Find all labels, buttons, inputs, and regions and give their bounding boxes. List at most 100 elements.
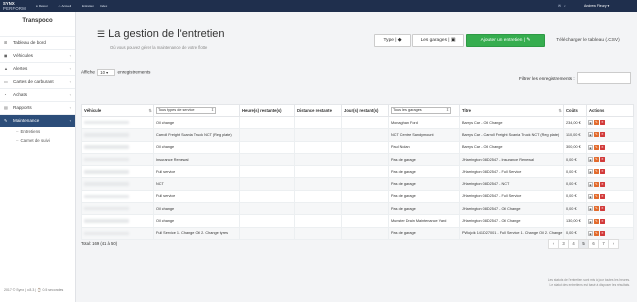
view-icon[interactable]: ◉	[588, 132, 593, 138]
sidebar-subitem-carnet-de-suivi[interactable]: – Carnet de suivi	[0, 136, 75, 145]
delete-icon[interactable]: ✕	[600, 193, 605, 199]
cell-garage: Monaghan Ford	[388, 115, 460, 130]
cell-actions: ◉ ✎ ✕	[586, 152, 634, 167]
view-icon[interactable]: ◉	[588, 193, 593, 199]
edit-icon[interactable]: ✎	[594, 206, 599, 212]
table-row[interactable]: Carroll Freight Scania Truck NCT (Reg pl…	[81, 128, 634, 142]
table-row[interactable]: Oil change Pas de garage JHarrington 08D25…	[81, 202, 634, 216]
view-icon[interactable]: ◉	[588, 144, 593, 150]
service-type-select[interactable]: Tous types de service ⇕	[156, 107, 216, 114]
col-garage-filter[interactable]: Tous les garages ⇕	[388, 104, 460, 117]
sidebar-item-maintenance[interactable]: ✎ Maintenance ‹	[0, 114, 75, 127]
cell-titre: Barrys Car - Carroll Freight Scania Truc…	[459, 128, 564, 142]
table-row[interactable]: NCT Pas de garage JHarrington 08D2547 - NC…	[81, 177, 634, 191]
delete-icon[interactable]: ✕	[600, 230, 605, 236]
edit-icon[interactable]: ✎	[594, 230, 599, 236]
cell-heures	[239, 115, 295, 130]
sidebar-item-alertes[interactable]: ▲ Alertes ‹	[0, 62, 75, 75]
sort-icon: ⇅	[148, 108, 152, 113]
delete-icon[interactable]: ✕	[600, 218, 605, 224]
cell-jours	[341, 189, 389, 204]
table-row[interactable]: Full Service 1. Change Oil 2. Change tyr…	[81, 226, 634, 240]
cell-vehicule	[81, 165, 154, 179]
delete-icon[interactable]: ✕	[600, 120, 605, 126]
sidebar-item-v-hicules[interactable]: ◼ Véhicules ‹	[0, 49, 75, 62]
breadcrumb-back[interactable]: ●Retour	[36, 4, 53, 8]
edit-icon[interactable]: ✎	[594, 120, 599, 126]
cell-titre: JHarrington 08D2547 - Insurance Renewal	[459, 152, 564, 167]
user-menu[interactable]: Andrew Fleury ▾	[584, 4, 609, 8]
cell-cout: 0,00 €	[563, 226, 587, 240]
entries-select[interactable]: 10 ▾	[97, 69, 116, 76]
view-icon[interactable]: ◉	[588, 181, 593, 187]
view-icon[interactable]: ◉	[588, 120, 593, 126]
delete-icon[interactable]: ✕	[600, 169, 605, 175]
cell-distance	[294, 128, 342, 142]
sidebar-item-cartes-de-carburant[interactable]: ▭ Cartes de carburant ‹	[0, 75, 75, 88]
cell-heures	[239, 202, 295, 216]
col-service-filter[interactable]: Tous types de service ⇕	[153, 104, 240, 117]
table-row[interactable]: Oil change Munster Drain Maintenance Yard…	[81, 214, 634, 228]
cell-cout: 300,00 €	[563, 140, 587, 154]
cell-actions: ◉ ✎ ✕	[586, 140, 634, 154]
edit-icon[interactable]: ✎	[594, 169, 599, 175]
delete-icon[interactable]: ✕	[600, 181, 605, 187]
view-icon[interactable]: ◉	[588, 157, 593, 163]
company-name: Transpoco	[22, 18, 53, 24]
filter-input[interactable]	[577, 72, 631, 84]
delete-icon[interactable]: ✕	[600, 144, 605, 150]
download-csv-button[interactable]: Télécharger le tableau (.CSV)	[547, 34, 629, 47]
edit-icon[interactable]: ✎	[594, 144, 599, 150]
cell-garage: Pas de garage	[388, 177, 460, 191]
view-icon[interactable]: ◉	[588, 169, 593, 175]
table-row[interactable]: Full service Pas de garage JHarrington 08D…	[81, 189, 634, 204]
garage-select[interactable]: Tous les garages ⇕	[391, 107, 451, 114]
cell-actions: ◉ ✎ ✕	[586, 202, 634, 216]
sidebar-subitem-entretiens[interactable]: – Entretiens	[0, 127, 75, 136]
table-row[interactable]: Oil change Monaghan Ford Barrys Car - Oil …	[81, 115, 634, 130]
delete-icon[interactable]: ✕	[600, 206, 605, 212]
table-row[interactable]: Oil change Paul Nolan Barrys Car - Oil Cha…	[81, 140, 634, 154]
maintenance-table: Véhicule ⇅ Tous types de service ⇕ Heure(s…	[81, 104, 634, 240]
messages-icon[interactable]: ✉	[558, 4, 561, 8]
sidebar-item-label: Achats	[13, 92, 28, 97]
sidebar-item-label: Véhicules	[13, 53, 33, 58]
breadcrumb-home[interactable]: ⌂Accueil	[59, 4, 76, 8]
type-button[interactable]: Type | ◆	[374, 34, 411, 47]
delete-icon[interactable]: ✕	[600, 157, 605, 163]
view-icon[interactable]: ◉	[588, 230, 593, 236]
car-icon: ◼	[4, 53, 8, 58]
synx-logo[interactable]: SYNX PERFORM	[3, 1, 26, 11]
table-row[interactable]: Full service Pas de garage JHarrington 08D…	[81, 165, 634, 179]
cell-titre: Barrys Car - Oil Change	[459, 140, 564, 154]
sidebar-item-tableau-de-bord[interactable]: ⊞ Tableau de bord	[0, 36, 75, 49]
edit-icon[interactable]: ✎	[594, 157, 599, 163]
notifications-icon[interactable]: ♪	[564, 4, 566, 8]
col-couts[interactable]: Coûts	[563, 104, 587, 117]
cell-service: Oil change	[153, 115, 240, 130]
garages-button[interactable]: Les garages | ▣	[412, 34, 464, 47]
edit-icon[interactable]: ✎	[594, 193, 599, 199]
delete-icon[interactable]: ✕	[600, 132, 605, 138]
edit-icon[interactable]: ✎	[594, 181, 599, 187]
cell-cout: 0,00 €	[563, 202, 587, 216]
col-distance[interactable]: Distance restante	[294, 104, 342, 117]
add-maintenance-button[interactable]: Ajouter un entretien | ✎	[466, 34, 545, 47]
view-icon[interactable]: ◉	[588, 206, 593, 212]
col-titre[interactable]: Titre ⇅	[459, 104, 564, 117]
edit-icon[interactable]: ✎	[594, 132, 599, 138]
sidebar-item-achats[interactable]: ◔ Achats ‹	[0, 88, 75, 101]
col-heures[interactable]: Heure(s) restante(s)	[239, 104, 295, 117]
sidebar-item-rapports[interactable]: ▤ Rapports ‹	[0, 101, 75, 114]
cell-heures	[239, 189, 295, 204]
pagination-next[interactable]: ›	[608, 239, 619, 249]
view-icon[interactable]: ◉	[588, 218, 593, 224]
table-row[interactable]: Insurance Renewal Pas de garage JHarringto…	[81, 152, 634, 167]
edit-icon[interactable]: ✎	[594, 218, 599, 224]
cell-service: Full service	[153, 165, 240, 179]
col-jours[interactable]: Jour(s) restant(s)	[341, 104, 389, 117]
sidebar: Transpoco ⊞ Tableau de bord ◼ Véhicules ‹ ▲ Al…	[0, 12, 76, 302]
sort-icon: ⇅	[558, 108, 562, 113]
breadcrumb-maintenance[interactable]: Entretien	[82, 4, 94, 8]
col-vehicule[interactable]: Véhicule ⇅	[81, 104, 154, 117]
